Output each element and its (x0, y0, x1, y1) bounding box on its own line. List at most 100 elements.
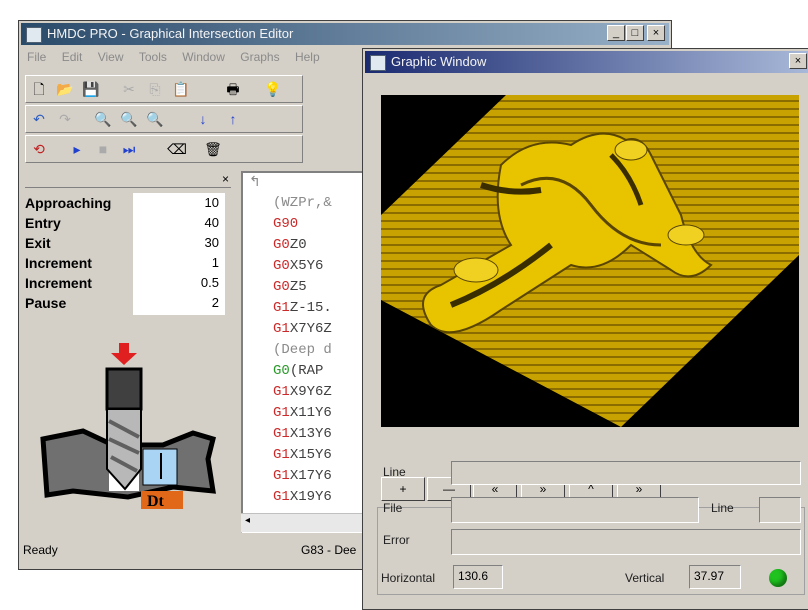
file-label: File (383, 501, 403, 515)
save-icon[interactable]: 💾 (80, 79, 102, 99)
code-line-text: X15Y6 (289, 447, 332, 463)
param-label: Increment (25, 255, 92, 271)
menu-window[interactable]: Window (176, 47, 231, 67)
print-icon[interactable]: 🖶 (222, 79, 244, 99)
arrow-down-icon[interactable]: ↓ (192, 109, 214, 129)
graphic-window-icon (370, 55, 386, 71)
menu-view[interactable]: View (92, 47, 130, 67)
param-value: 0.5 (200, 275, 219, 290)
code-line[interactable]: (WZPr,& (273, 195, 332, 211)
code-line[interactable]: (Deep d (273, 342, 332, 358)
horizontal-field: 130.6 (453, 565, 503, 589)
code-line-text: Z5 (289, 279, 307, 295)
help-bulb-icon[interactable]: 💡 (262, 79, 284, 99)
line2-field (759, 497, 801, 523)
line-field (451, 461, 801, 485)
minimize-button[interactable]: _ (607, 25, 625, 41)
paste-icon[interactable]: 📋 (170, 79, 192, 99)
graphic-canvas[interactable] (381, 95, 799, 427)
code-line-prefix: G90 (273, 216, 299, 232)
param-value: 30 (204, 235, 219, 250)
graphic-title-bar[interactable]: Graphic Window (365, 51, 808, 73)
zoom-in-button[interactable]: + (381, 477, 425, 501)
undo-icon[interactable]: ↶ (28, 109, 50, 129)
redo-icon[interactable]: ↷ (54, 109, 76, 129)
code-line-text: X5Y6 (289, 258, 324, 274)
code-line-prefix: G0 (273, 363, 290, 379)
drill-shank (105, 367, 143, 411)
code-line[interactable]: G0Z5 (273, 279, 307, 295)
param-value: 40 (204, 215, 219, 230)
param-row-exit[interactable]: Exit 30 (23, 235, 223, 255)
main-title-bar[interactable]: HMDC PRO - Graphical Intersection Editor (21, 23, 669, 45)
graphic-window-title: Graphic Window (391, 54, 487, 69)
cycle-icon[interactable]: ⟲ (28, 139, 50, 159)
code-line-prefix: G0 (273, 258, 290, 274)
param-value: 1 (211, 255, 219, 270)
code-line-text: (WZPr,& (273, 195, 332, 211)
param-label: Increment (25, 275, 92, 291)
menu-graphs[interactable]: Graphs (234, 47, 285, 67)
code-line[interactable]: G1Z-15. (273, 300, 332, 316)
code-line[interactable]: G0X5Y6 (273, 258, 323, 274)
panel-scroll-header: × (25, 172, 231, 188)
find-prev-icon[interactable]: 🔍 (118, 109, 140, 129)
code-line[interactable]: G1X19Y6 (273, 489, 332, 505)
code-line-prefix: G0 (273, 279, 290, 295)
code-line-prefix: G1 (273, 384, 290, 400)
vertical-label: Vertical (625, 571, 665, 585)
editor-cursor-icon: ↰ (249, 173, 261, 189)
file-field (451, 497, 699, 523)
code-line-text: X17Y6 (289, 468, 332, 484)
code-line-text: X9Y6Z (289, 384, 332, 400)
find-icon[interactable]: 🔍 (92, 109, 114, 129)
new-file-icon[interactable]: 🗋 (28, 79, 50, 99)
code-line-prefix: G1 (273, 405, 290, 421)
eraser-icon[interactable]: ⌫ (166, 139, 188, 159)
code-line[interactable]: G0Z0 (273, 237, 307, 253)
code-line[interactable]: G90 (273, 216, 298, 232)
param-label: Approaching (25, 195, 112, 211)
param-row-increment[interactable]: Increment 1 (23, 255, 223, 275)
code-line[interactable]: G1X7Y6Z (273, 321, 332, 337)
standard-toolbar: 🗋 📂 💾 ✂ ⎘ 📋 🖶 💡 (25, 75, 303, 103)
arrow-up-icon[interactable]: ↑ (222, 109, 244, 129)
status-right: G83 - Dee (301, 543, 357, 557)
param-row-approaching[interactable]: Approaching 10 (23, 195, 223, 215)
menu-file[interactable]: File (21, 47, 52, 67)
menu-edit[interactable]: Edit (56, 47, 89, 67)
code-line[interactable]: G1X13Y6 (273, 426, 332, 442)
vertical-field: 37.97 (689, 565, 741, 589)
code-line-prefix: G1 (273, 468, 290, 484)
graphic-close-button[interactable]: × (789, 53, 807, 69)
close-button[interactable]: × (647, 25, 665, 41)
copy-icon[interactable]: ⎘ (144, 79, 166, 99)
step-icon[interactable]: ▸ (66, 139, 88, 159)
app-icon (26, 27, 42, 43)
code-line[interactable]: G1X15Y6 (273, 447, 332, 463)
clear-icon[interactable]: 🗑 (202, 139, 224, 159)
panel-close-icon[interactable]: × (222, 172, 229, 186)
open-folder-icon[interactable]: 📂 (54, 79, 76, 99)
code-line[interactable]: G1X17Y6 (273, 468, 332, 484)
dt-label: Dt (147, 493, 165, 510)
line-label: Line (383, 465, 406, 479)
code-line[interactable]: G1X9Y6Z (273, 384, 332, 400)
param-row-entry[interactable]: Entry 40 (23, 215, 223, 235)
code-line[interactable]: G0(RAP (273, 363, 323, 379)
maximize-button[interactable]: □ (626, 25, 644, 41)
main-window-title: HMDC PRO - Graphical Intersection Editor (47, 26, 294, 41)
cut-icon[interactable]: ✂ (118, 79, 140, 99)
skip-icon[interactable]: ⏭ (118, 139, 140, 159)
menu-help[interactable]: Help (289, 47, 326, 67)
menu-tools[interactable]: Tools (133, 47, 173, 67)
code-line[interactable]: G1X11Y6 (273, 405, 332, 421)
param-row-increment-2[interactable]: Increment 0.5 (23, 275, 223, 295)
stop-icon[interactable]: ■ (92, 139, 114, 159)
param-row-pause[interactable]: Pause 2 (23, 295, 223, 315)
param-value: 2 (211, 295, 219, 310)
param-label: Entry (25, 215, 61, 231)
scroll-left-icon[interactable]: ◂ (245, 515, 250, 526)
find-next-icon[interactable]: 🔍 (144, 109, 166, 129)
line2-label: Line (711, 501, 734, 515)
